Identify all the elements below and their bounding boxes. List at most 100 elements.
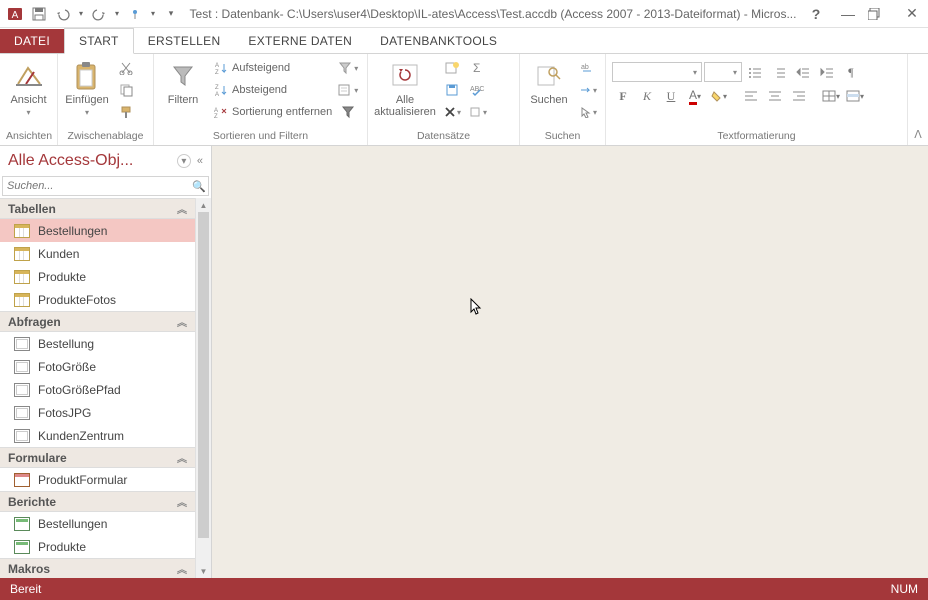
- nav-category-makros[interactable]: Makros︽: [0, 558, 195, 578]
- nav-filter-dropdown-icon[interactable]: ▾: [177, 154, 191, 168]
- nav-category-berichte[interactable]: Berichte︽: [0, 491, 195, 512]
- gridlines-icon[interactable]: ▾: [820, 86, 842, 106]
- svg-text:ab: ab: [581, 64, 589, 71]
- collapse-icon: ︽: [177, 561, 187, 576]
- group-textformatierung: ▾ ▾ ¶ F K U A▾ ▾: [606, 54, 908, 145]
- svg-text:Z: Z: [215, 70, 219, 75]
- nav-query-fotogroesse[interactable]: FotoGröße: [0, 355, 195, 378]
- help-icon[interactable]: ?: [804, 6, 828, 22]
- nav-category-tabellen[interactable]: Tabellen︽: [0, 198, 195, 219]
- collapse-ribbon-icon[interactable]: ᐱ: [908, 128, 928, 141]
- tab-erstellen[interactable]: ERSTELLEN: [134, 29, 235, 53]
- report-icon: [14, 540, 30, 554]
- totals-icon[interactable]: Σ: [468, 58, 488, 78]
- nav-collapse-icon[interactable]: «: [197, 155, 203, 167]
- tab-externe-daten[interactable]: EXTERNE DATEN: [234, 29, 366, 53]
- dropdown-icon[interactable]: ▾: [148, 3, 158, 25]
- group-label: Textformatierung: [612, 129, 901, 143]
- selection-filter-icon[interactable]: ▾: [338, 58, 358, 78]
- copy-icon[interactable]: [116, 80, 136, 100]
- font-name-combo[interactable]: ▾: [612, 62, 702, 82]
- nav-pane-header[interactable]: Alle Access-Obj... ▾ «: [0, 146, 211, 176]
- aktualisieren-label: Alle aktualisieren: [374, 94, 436, 118]
- report-icon: [14, 517, 30, 531]
- suchen-button[interactable]: Suchen: [526, 58, 572, 106]
- scroll-down-icon[interactable]: ▼: [196, 564, 211, 578]
- cut-icon[interactable]: [116, 58, 136, 78]
- save-record-icon[interactable]: [442, 80, 462, 100]
- nav-table-bestellungen[interactable]: Bestellungen: [0, 219, 195, 242]
- nav-query-fotosjpg[interactable]: FotosJPG: [0, 401, 195, 424]
- search-icon[interactable]: 🔍: [190, 177, 208, 195]
- fill-color-button[interactable]: ▾: [708, 86, 730, 106]
- group-label: Zwischenablage: [64, 129, 147, 143]
- restore-icon[interactable]: [868, 8, 892, 20]
- align-left-icon[interactable]: [740, 86, 762, 106]
- spelling-icon[interactable]: ABC: [468, 80, 488, 100]
- qat-customize-icon[interactable]: ▾: [160, 3, 182, 25]
- alt-row-color-icon[interactable]: ▾: [844, 86, 866, 106]
- save-icon[interactable]: [28, 3, 50, 25]
- nav-query-fotogroesse-pfad[interactable]: FotoGrößePfad: [0, 378, 195, 401]
- font-size-combo[interactable]: ▾: [704, 62, 742, 82]
- tab-datenbanktools[interactable]: DATENBANKTOOLS: [366, 29, 511, 53]
- more-records-icon[interactable]: ▾: [468, 102, 488, 122]
- nav-report-bestellungen[interactable]: Bestellungen: [0, 512, 195, 535]
- font-color-button[interactable]: A▾: [684, 86, 706, 106]
- ribbon: Ansicht ▾ Ansichten Einfügen ▾ Zwischena…: [0, 54, 928, 146]
- scroll-thumb[interactable]: [198, 212, 209, 538]
- access-app-icon[interactable]: A: [4, 3, 26, 25]
- nav-table-kunden[interactable]: Kunden: [0, 242, 195, 265]
- nav-search-input[interactable]: [3, 177, 190, 195]
- delete-record-icon[interactable]: ▾: [442, 102, 462, 122]
- tab-datei[interactable]: DATEI: [0, 29, 64, 53]
- svg-text:A: A: [215, 63, 219, 69]
- alle-aktualisieren-button[interactable]: Alle aktualisieren: [374, 58, 436, 118]
- redo-icon[interactable]: [88, 3, 110, 25]
- sortierung-entfernen-button[interactable]: AZSortierung entfernen: [212, 102, 332, 122]
- goto-icon[interactable]: ▾: [578, 80, 598, 100]
- tab-start[interactable]: START: [64, 28, 134, 54]
- underline-button[interactable]: U: [660, 86, 682, 106]
- minimize-icon[interactable]: ―: [836, 6, 860, 22]
- nav-scrollbar[interactable]: ▲ ▼: [195, 198, 211, 578]
- align-right-icon[interactable]: [788, 86, 810, 106]
- advanced-filter-icon[interactable]: ▾: [338, 80, 358, 100]
- nav-category-abfragen[interactable]: Abfragen︽: [0, 311, 195, 332]
- bullets-icon[interactable]: [744, 62, 766, 82]
- bold-button[interactable]: F: [612, 86, 634, 106]
- replace-icon[interactable]: ab: [578, 58, 598, 78]
- indent-right-icon[interactable]: [816, 62, 838, 82]
- text-direction-icon[interactable]: ¶: [840, 62, 862, 82]
- nav-table-produkte[interactable]: Produkte: [0, 265, 195, 288]
- new-record-icon[interactable]: [442, 58, 462, 78]
- nav-report-produkte[interactable]: Produkte: [0, 535, 195, 558]
- einfuegen-button[interactable]: Einfügen ▾: [64, 58, 110, 117]
- ribbon-tabs: DATEI START ERSTELLEN EXTERNE DATEN DATE…: [0, 28, 928, 54]
- ansicht-button[interactable]: Ansicht ▾: [6, 58, 51, 117]
- aufsteigend-button[interactable]: AZAufsteigend: [212, 58, 332, 78]
- italic-button[interactable]: K: [636, 86, 658, 106]
- absteigend-button[interactable]: ZAAbsteigend: [212, 80, 332, 100]
- indent-left-icon[interactable]: [792, 62, 814, 82]
- align-center-icon[interactable]: [764, 86, 786, 106]
- dropdown-icon[interactable]: ▾: [76, 3, 86, 25]
- touch-mode-icon[interactable]: [124, 3, 146, 25]
- nav-query-kundenzentrum[interactable]: KundenZentrum: [0, 424, 195, 447]
- undo-icon[interactable]: [52, 3, 74, 25]
- close-icon[interactable]: ✕: [900, 5, 924, 22]
- dropdown-icon[interactable]: ▾: [112, 3, 122, 25]
- format-painter-icon[interactable]: [116, 102, 136, 122]
- toggle-filter-icon[interactable]: [338, 102, 358, 122]
- numbering-icon[interactable]: [768, 62, 790, 82]
- nav-form-produktformular[interactable]: ProduktFormular: [0, 468, 195, 491]
- nav-category-formulare[interactable]: Formulare︽: [0, 447, 195, 468]
- scroll-up-icon[interactable]: ▲: [196, 198, 211, 212]
- einfuegen-label: Einfügen: [65, 94, 108, 106]
- filtern-button[interactable]: Filtern: [160, 58, 206, 106]
- sort-desc-icon: ZA: [212, 82, 228, 98]
- group-suchen: Suchen ab ▾ ▾ Suchen: [520, 54, 606, 145]
- nav-query-bestellung[interactable]: Bestellung: [0, 332, 195, 355]
- nav-table-produktefotos[interactable]: ProdukteFotos: [0, 288, 195, 311]
- select-icon[interactable]: ▾: [578, 102, 598, 122]
